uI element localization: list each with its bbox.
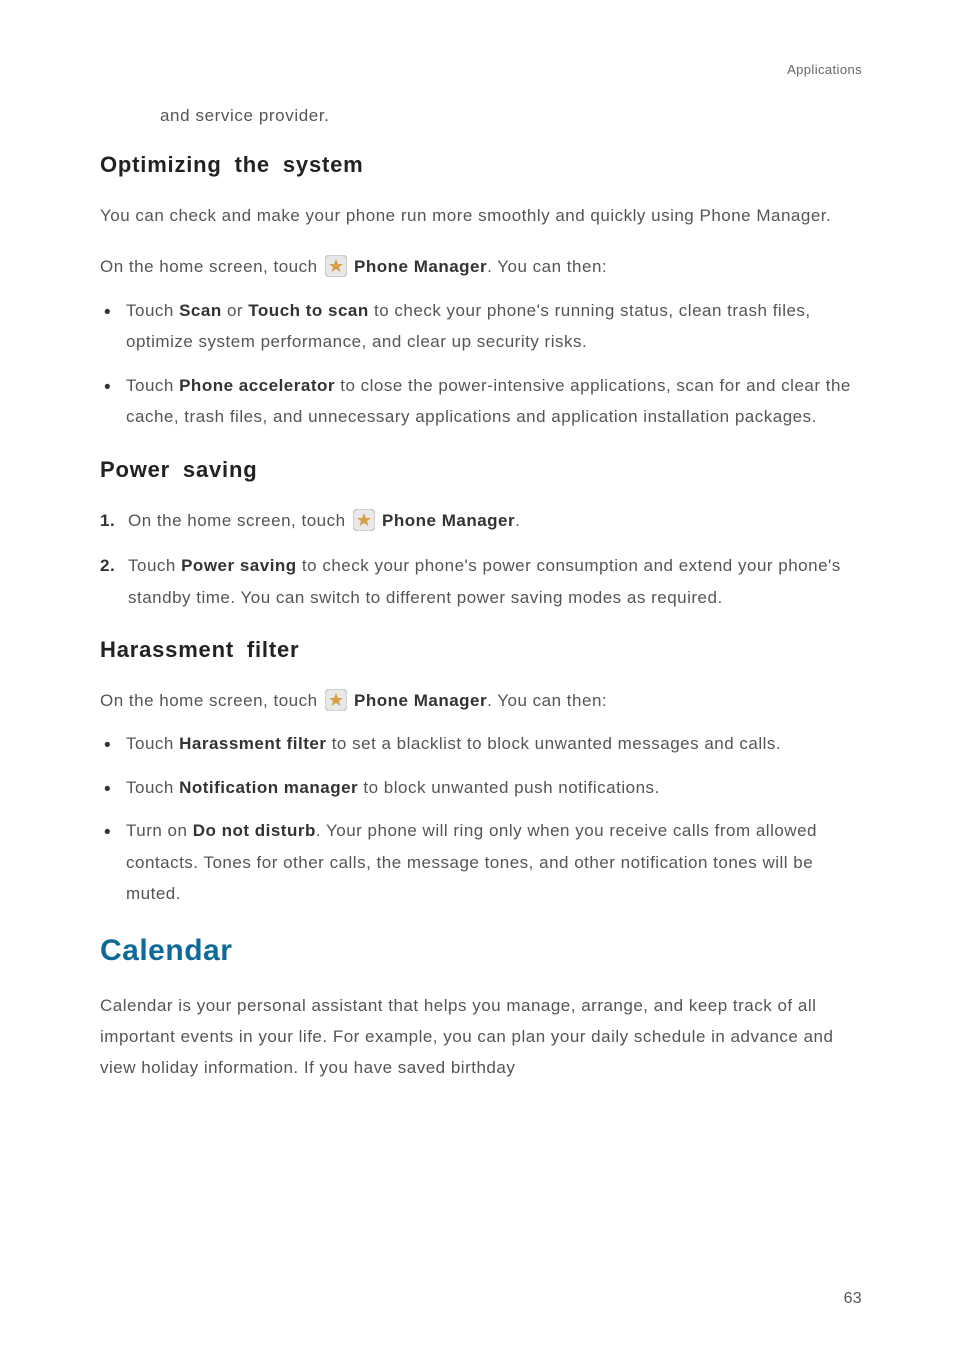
- phone-manager-icon: [325, 255, 347, 277]
- text-fragment: Touch: [126, 301, 179, 320]
- list-item: Turn on Do not disturb. Your phone will …: [100, 815, 864, 909]
- harassment-launch-line: On the home screen, touch Phone Manager.…: [100, 685, 864, 716]
- page-number: 63: [844, 1290, 862, 1308]
- text-fragment: Touch: [126, 376, 179, 395]
- heading-power-saving: Power saving: [100, 457, 864, 483]
- text-fragment: Touch: [126, 734, 179, 753]
- text-fragment: Touch: [128, 556, 181, 575]
- continuation-text: and service provider.: [160, 106, 864, 126]
- heading-harassment-filter: Harassment filter: [100, 637, 864, 663]
- text-fragment: On the home screen, touch: [100, 691, 323, 710]
- heading-calendar: Calendar: [100, 934, 864, 968]
- list-item: On the home screen, touch Phone Manager.: [100, 505, 864, 536]
- text-fragment: or: [222, 301, 249, 320]
- phone-manager-icon: [353, 509, 375, 531]
- optimizing-bullets: Touch Scan or Touch to scan to check you…: [100, 295, 864, 433]
- text-fragment: . You can then:: [487, 257, 607, 276]
- text-fragment: to block unwanted push notifications.: [358, 778, 660, 797]
- text-fragment: On the home screen, touch: [100, 257, 323, 276]
- power-steps: On the home screen, touch Phone Manager.…: [100, 505, 864, 613]
- text-fragment: . You can then:: [487, 691, 607, 710]
- phone-manager-label: Phone Manager: [354, 257, 487, 276]
- list-item: Touch Scan or Touch to scan to check you…: [100, 295, 864, 358]
- list-item: Touch Notification manager to block unwa…: [100, 772, 864, 803]
- harassment-filter-label: Harassment filter: [179, 734, 326, 753]
- calendar-intro: Calendar is your personal assistant that…: [100, 990, 864, 1084]
- text-fragment: to set a blacklist to block unwanted mes…: [326, 734, 781, 753]
- text-fragment: On the home screen, touch: [128, 511, 351, 530]
- power-saving-label: Power saving: [181, 556, 297, 575]
- notification-manager-label: Notification manager: [179, 778, 358, 797]
- touch-to-scan-label: Touch to scan: [248, 301, 368, 320]
- list-item: Touch Power saving to check your phone's…: [100, 550, 864, 613]
- header-breadcrumb: Applications: [787, 62, 862, 77]
- do-not-disturb-label: Do not disturb: [193, 821, 316, 840]
- text-fragment: Turn on: [126, 821, 193, 840]
- text-fragment: Touch: [126, 778, 179, 797]
- text-fragment: .: [515, 511, 520, 530]
- scan-label: Scan: [179, 301, 222, 320]
- harassment-bullets: Touch Harassment filter to set a blackli…: [100, 728, 864, 909]
- phone-manager-label: Phone Manager: [354, 691, 487, 710]
- phone-manager-label: Phone Manager: [382, 511, 515, 530]
- list-item: Touch Phone accelerator to close the pow…: [100, 370, 864, 433]
- list-item: Touch Harassment filter to set a blackli…: [100, 728, 864, 759]
- phone-accelerator-label: Phone accelerator: [179, 376, 335, 395]
- optimizing-intro: You can check and make your phone run mo…: [100, 200, 864, 231]
- heading-optimizing: Optimizing the system: [100, 152, 864, 178]
- phone-manager-icon: [325, 689, 347, 711]
- optimizing-launch-line: On the home screen, touch Phone Manager.…: [100, 251, 864, 282]
